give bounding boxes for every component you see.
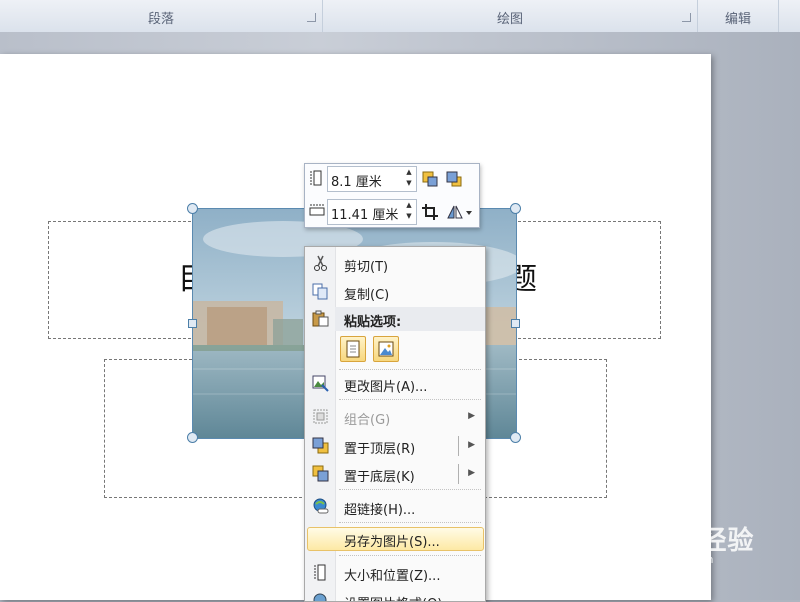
- menu-item-size-and-position[interactable]: 大小和位置(Z)...: [305, 561, 485, 585]
- menu-separator: [339, 522, 481, 523]
- spin-up-icon[interactable]: ▲: [404, 201, 414, 209]
- bring-forward-icon[interactable]: [421, 170, 439, 188]
- menu-item-label: 大小和位置(Z)...: [344, 569, 441, 584]
- menu-item-label: 设置图片格式(O)...: [344, 593, 455, 601]
- menu-item-label: 超链接(H)...: [344, 503, 416, 518]
- submenu-arrow-icon[interactable]: ▶: [468, 468, 475, 478]
- width-value: 11.41 厘米: [331, 208, 399, 223]
- spin-down-icon[interactable]: ▼: [404, 179, 414, 187]
- menu-separator: [339, 399, 481, 400]
- dialog-launcher-icon[interactable]: [682, 13, 691, 22]
- menu-separator: [339, 555, 481, 556]
- paste-keep-formatting-button[interactable]: [340, 336, 366, 362]
- menu-section-paste-options: 粘贴选项:: [305, 307, 485, 331]
- paste-options-header: 粘贴选项:: [335, 307, 485, 331]
- menu-item-save-as-picture[interactable]: 另存为图片(S)...: [305, 527, 485, 551]
- rotate-icon[interactable]: [445, 203, 473, 221]
- menu-item-cut[interactable]: 剪切(T): [305, 252, 485, 276]
- ribbon-group-drawing: 绘图: [323, 0, 698, 32]
- menu-item-hyperlink[interactable]: 超链接(H)...: [305, 495, 485, 519]
- dialog-launcher-icon[interactable]: [307, 13, 316, 22]
- change-picture-icon: [312, 375, 329, 392]
- menu-item-group[interactable]: 组合(G) ▶: [305, 405, 485, 429]
- format-picture-icon: [313, 593, 327, 601]
- ribbon-group-label-editing: 编辑: [724, 12, 751, 27]
- menu-item-label: 更改图片(A)...: [344, 380, 428, 395]
- width-stepper[interactable]: 11.41 厘米 ▲ ▼: [327, 199, 417, 225]
- scissors-icon: [314, 255, 327, 271]
- menu-separator: [339, 369, 481, 370]
- copy-icon: [312, 283, 328, 300]
- paste-as-picture-icon: [378, 341, 394, 357]
- menu-item-format-picture[interactable]: 设置图片格式(O)...: [305, 589, 485, 601]
- group-icon: [313, 409, 328, 424]
- menu-item-label: 剪切(T): [344, 260, 389, 275]
- size-position-icon: [314, 564, 326, 581]
- watermark-brand: Baidu经验: [612, 526, 755, 556]
- mini-toolbar: 8.1 厘米 ▲ ▼ 11.41 厘米 ▲ ▼: [304, 163, 480, 228]
- height-icon: [310, 170, 322, 186]
- context-menu: 剪切(T) 复制(C) 粘贴选项: 更改图片(A)... 组合(G) ▶ 置于顶…: [304, 246, 486, 602]
- spin-down-icon[interactable]: ▼: [404, 212, 414, 220]
- send-to-back-icon: [312, 465, 329, 482]
- ribbon-group-editing: 编辑: [698, 0, 779, 32]
- submenu-arrow-icon[interactable]: ▶: [468, 440, 475, 450]
- resize-handle-right[interactable]: [511, 319, 520, 328]
- menu-item-label: 置于底层(K): [344, 470, 415, 485]
- menu-item-label: 组合(G): [344, 413, 391, 428]
- resize-handle-top-right[interactable]: [510, 203, 521, 214]
- menu-item-copy[interactable]: 复制(C): [305, 280, 485, 304]
- crop-icon[interactable]: [421, 203, 439, 221]
- paste-keep-formatting-icon: [346, 340, 360, 358]
- width-icon: [309, 204, 325, 216]
- menu-item-change-picture[interactable]: 更改图片(A)...: [305, 372, 485, 396]
- height-value: 8.1 厘米: [331, 175, 382, 190]
- height-stepper[interactable]: 8.1 厘米 ▲ ▼: [327, 166, 417, 192]
- resize-handle-bottom-left[interactable]: [187, 432, 198, 443]
- baidu-watermark: Baidu经验 jingyan.baidu.com: [612, 520, 754, 566]
- spin-up-icon[interactable]: ▲: [404, 168, 414, 176]
- paste-icon: [312, 310, 329, 327]
- split-divider: [458, 464, 459, 484]
- submenu-arrow-icon: ▶: [468, 411, 475, 421]
- resize-handle-left[interactable]: [188, 319, 197, 328]
- split-divider: [458, 436, 459, 456]
- bring-to-front-icon: [312, 437, 329, 454]
- menu-separator: [339, 489, 481, 490]
- ribbon-group-label-bar: 段落 绘图 编辑: [0, 0, 800, 33]
- ribbon-group-label-paragraph: 段落: [147, 12, 174, 27]
- hyperlink-icon: [313, 498, 329, 514]
- menu-item-label: 另存为图片(S)...: [344, 535, 440, 550]
- menu-item-bring-to-front[interactable]: 置于顶层(R) ▶: [305, 434, 485, 458]
- paste-options-label: 粘贴选项:: [344, 315, 402, 330]
- resize-handle-top-left[interactable]: [187, 203, 198, 214]
- ribbon-group-paragraph: 段落: [0, 0, 323, 32]
- ribbon-group-label-drawing: 绘图: [496, 12, 523, 27]
- menu-item-label: 置于顶层(R): [344, 442, 416, 457]
- send-backward-icon[interactable]: [445, 170, 463, 188]
- resize-handle-bottom-right[interactable]: [510, 432, 521, 443]
- menu-item-send-to-back[interactable]: 置于底层(K) ▶: [305, 462, 485, 486]
- paste-as-picture-button[interactable]: [373, 336, 399, 362]
- menu-item-label: 复制(C): [344, 288, 390, 303]
